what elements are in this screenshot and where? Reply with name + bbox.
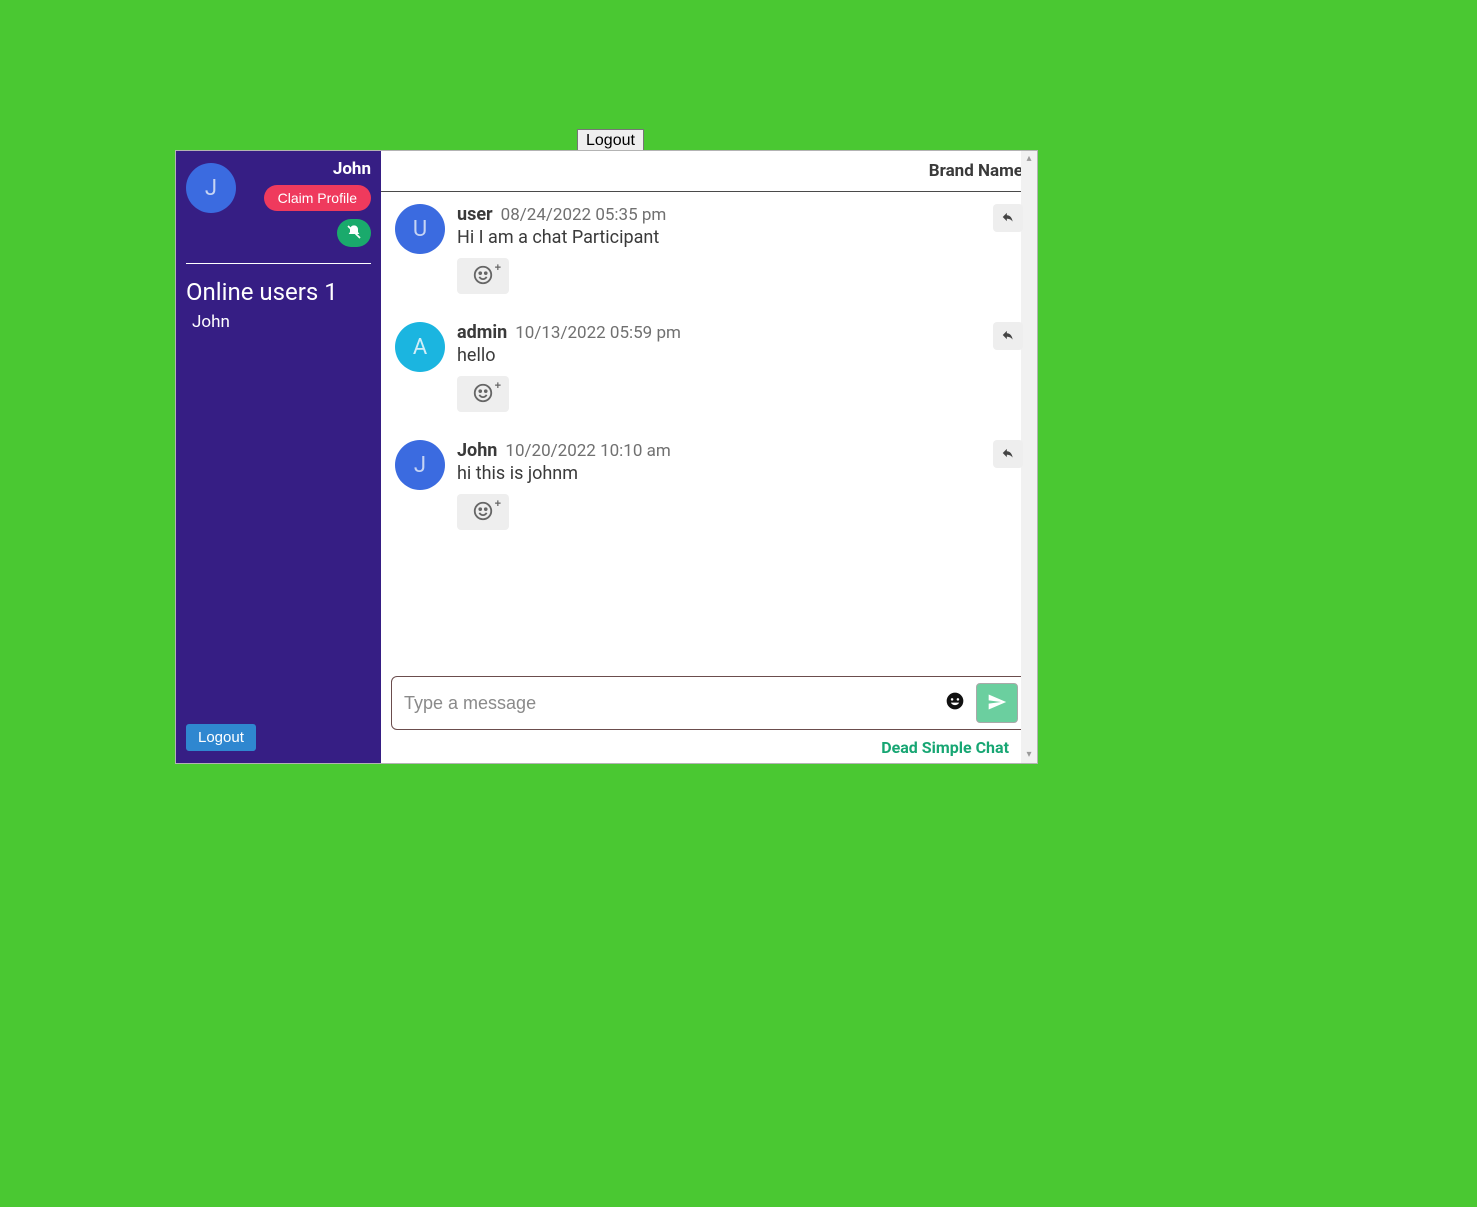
message-timestamp: 10/13/2022 05:59 pm <box>515 323 681 343</box>
emoji-picker-button[interactable] <box>944 692 966 714</box>
paper-plane-icon <box>987 692 1007 715</box>
online-users-list: John <box>186 312 371 332</box>
message-author: John <box>457 440 497 461</box>
smiley-icon <box>472 382 494 407</box>
message-header: admin 10/13/2022 05:59 pm <box>457 322 1023 343</box>
plus-icon: + <box>495 262 501 274</box>
scroll-up-icon: ▴ <box>1023 153 1035 165</box>
profile-avatar: J <box>186 163 236 213</box>
message-body: admin 10/13/2022 05:59 pmhello + <box>457 322 1023 412</box>
chat-app-window: J John Claim Profile Online users 1 John… <box>175 150 1038 764</box>
message-timestamp: 10/20/2022 10:10 am <box>505 441 670 461</box>
message-avatar: U <box>395 204 445 254</box>
reply-button[interactable] <box>993 204 1023 232</box>
bell-slash-icon <box>346 224 362 243</box>
reply-arrow-icon <box>1001 328 1015 345</box>
message-author: user <box>457 204 493 225</box>
sidebar-divider <box>186 263 371 264</box>
main-panel: ▴ ▾ Brand Name Uuser 08/24/2022 05:35 pmH… <box>381 151 1037 763</box>
profile-name: John <box>333 159 371 179</box>
send-button[interactable] <box>976 683 1018 723</box>
composer-wrap <box>381 670 1037 734</box>
profile-right: John Claim Profile <box>244 159 371 247</box>
online-user-item[interactable]: John <box>186 312 371 332</box>
message-text: hi this is johnm <box>457 463 1023 484</box>
plus-icon: + <box>495 380 501 392</box>
reply-button[interactable] <box>993 322 1023 350</box>
message-header: John 10/20/2022 10:10 am <box>457 440 1023 461</box>
online-users-heading: Online users 1 <box>186 278 371 306</box>
smiley-icon <box>472 500 494 525</box>
message-item: Uuser 08/24/2022 05:35 pmHi I am a chat P… <box>395 204 1023 294</box>
messages-list[interactable]: Uuser 08/24/2022 05:35 pmHi I am a chat P… <box>381 192 1037 670</box>
message-author: admin <box>457 322 507 343</box>
message-header: user 08/24/2022 05:35 pm <box>457 204 1023 225</box>
logout-sidebar-button[interactable]: Logout <box>186 724 256 751</box>
composer <box>391 676 1027 730</box>
add-reaction-button[interactable]: + <box>457 494 509 530</box>
message-text: Hi I am a chat Participant <box>457 227 1023 248</box>
message-input[interactable] <box>400 687 934 720</box>
emoji-face-icon <box>945 691 965 715</box>
brand-header: Brand Name <box>381 151 1037 192</box>
reply-button[interactable] <box>993 440 1023 468</box>
plus-icon: + <box>495 498 501 510</box>
mute-toggle-button[interactable] <box>337 219 371 247</box>
message-item: Aadmin 10/13/2022 05:59 pmhello + <box>395 322 1023 412</box>
add-reaction-button[interactable]: + <box>457 376 509 412</box>
message-avatar: J <box>395 440 445 490</box>
reply-arrow-icon <box>1001 446 1015 463</box>
message-body: John 10/20/2022 10:10 amhi this is johnm + <box>457 440 1023 530</box>
add-reaction-button[interactable]: + <box>457 258 509 294</box>
smiley-icon <box>472 264 494 289</box>
scroll-down-icon: ▾ <box>1023 749 1035 761</box>
message-avatar: A <box>395 322 445 372</box>
message-text: hello <box>457 345 1023 366</box>
footer-brand-link[interactable]: Dead Simple Chat <box>381 734 1037 763</box>
message-timestamp: 08/24/2022 05:35 pm <box>501 205 667 225</box>
scrollbar-track[interactable]: ▴ ▾ <box>1021 151 1037 763</box>
sidebar: J John Claim Profile Online users 1 John… <box>176 151 381 763</box>
message-body: user 08/24/2022 05:35 pmHi I am a chat Pa… <box>457 204 1023 294</box>
message-item: J John 10/20/2022 10:10 amhi this is johnm… <box>395 440 1023 530</box>
profile-section: J John Claim Profile <box>186 159 371 247</box>
reply-arrow-icon <box>1001 210 1015 227</box>
claim-profile-button[interactable]: Claim Profile <box>264 185 371 211</box>
